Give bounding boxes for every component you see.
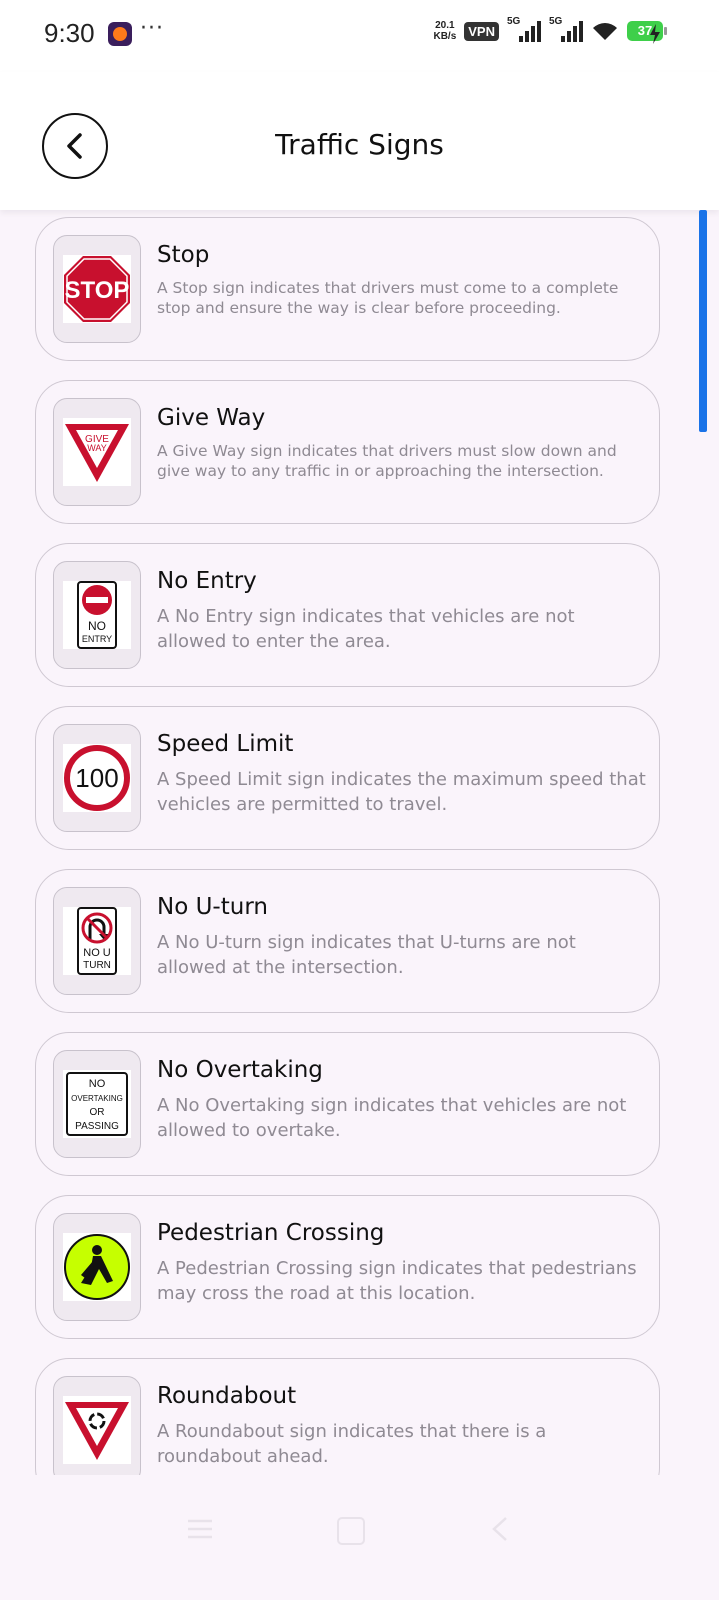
sign-description: A Pedestrian Crossing sign indicates tha… bbox=[157, 1258, 637, 1304]
home-icon[interactable] bbox=[337, 1517, 365, 1545]
sign-title: No Overtaking bbox=[157, 1057, 323, 1083]
no-overtaking-text-2: OVERTAKING bbox=[71, 1094, 123, 1103]
sign-card-no-u-turn[interactable]: NO U TURN No U-turn A No U-turn sign ind… bbox=[35, 869, 660, 1013]
status-bar: 9:30 ··· 20.1 KB/s VPN 5G 5G 37 bbox=[0, 0, 719, 72]
sign-thumbnail: GIVE WAY bbox=[53, 398, 141, 506]
network-speed-unit: KB/s bbox=[433, 31, 457, 42]
sign-description: A Roundabout sign indicates that there i… bbox=[157, 1421, 547, 1467]
no-entry-text-2: ENTRY bbox=[82, 634, 112, 644]
charging-icon bbox=[650, 24, 660, 44]
app-header: Traffic Signs bbox=[0, 72, 719, 210]
status-time: 9:30 bbox=[44, 18, 95, 48]
page-title: Traffic Signs bbox=[275, 128, 444, 161]
sign-title: Stop bbox=[157, 242, 210, 268]
sign-thumbnail bbox=[53, 1213, 141, 1321]
sign-description: A No Overtaking sign indicates that vehi… bbox=[157, 1095, 627, 1141]
no-entry-text-1: NO bbox=[88, 619, 106, 633]
status-indicators: 20.1 KB/s VPN 5G 5G 37 bbox=[433, 16, 667, 42]
sign-description: A No Entry sign indicates that vehicles … bbox=[157, 606, 575, 652]
sign-description: A Stop sign indicates that drivers must … bbox=[157, 279, 619, 317]
recents-menu-icon[interactable] bbox=[186, 1517, 214, 1541]
sign-thumbnail bbox=[53, 1376, 141, 1475]
sim2-network-label: 5G bbox=[549, 16, 563, 27]
traffic-signs-list[interactable]: STOP Stop A Stop sign indicates that dri… bbox=[0, 210, 719, 1475]
signal-icon-2: 5G bbox=[549, 16, 583, 42]
no-u-turn-text-2: TURN bbox=[83, 960, 111, 971]
sign-thumbnail: NO U TURN bbox=[53, 887, 141, 995]
no-overtaking-sign-icon: NO OVERTAKING OR PASSING bbox=[66, 1072, 128, 1136]
sign-thumbnail: 100 bbox=[53, 724, 141, 832]
no-overtaking-text-3: OR bbox=[90, 1107, 105, 1118]
sign-card-no-entry[interactable]: NO ENTRY No Entry A No Entry sign indica… bbox=[35, 543, 660, 687]
system-nav-bar bbox=[0, 1475, 719, 1600]
stop-sign-text: STOP bbox=[65, 277, 130, 304]
back-triangle-icon[interactable] bbox=[488, 1515, 512, 1543]
sign-title: No Entry bbox=[157, 568, 257, 594]
vpn-badge: VPN bbox=[464, 21, 499, 41]
more-notifications-icon: ··· bbox=[140, 16, 164, 41]
sign-card-give-way[interactable]: GIVE WAY Give Way A Give Way sign indica… bbox=[35, 380, 660, 524]
sign-title: Give Way bbox=[157, 405, 266, 431]
sign-card-roundabout[interactable]: Roundabout A Roundabout sign indicates t… bbox=[35, 1358, 660, 1475]
sim1-network-label: 5G bbox=[507, 16, 521, 27]
firefox-icon bbox=[108, 22, 132, 46]
sign-description: A Give Way sign indicates that drivers m… bbox=[157, 442, 617, 480]
scrollbar[interactable] bbox=[699, 210, 707, 432]
sign-thumbnail: NO ENTRY bbox=[53, 561, 141, 669]
roundabout-sign-icon bbox=[65, 1402, 129, 1460]
stop-sign-icon: STOP bbox=[64, 256, 130, 322]
speed-limit-text: 100 bbox=[75, 763, 118, 793]
wifi-icon bbox=[593, 23, 617, 40]
no-u-turn-text-1: NO U bbox=[83, 947, 111, 959]
no-overtaking-text-4: PASSING bbox=[75, 1121, 119, 1132]
no-entry-sign-icon: NO ENTRY bbox=[77, 581, 117, 649]
network-speed: 20.1 KB/s bbox=[433, 20, 456, 42]
sign-card-speed-limit[interactable]: 100 Speed Limit A Speed Limit sign indic… bbox=[35, 706, 660, 850]
sign-card-stop[interactable]: STOP Stop A Stop sign indicates that dri… bbox=[35, 217, 660, 361]
sign-title: Pedestrian Crossing bbox=[157, 1220, 385, 1246]
signal-icon: 5G bbox=[507, 16, 541, 42]
give-way-sign-icon: GIVE WAY bbox=[65, 424, 129, 482]
network-speed-value: 20.1 bbox=[435, 20, 455, 31]
sign-thumbnail: NO OVERTAKING OR PASSING bbox=[53, 1050, 141, 1158]
sign-description: A Speed Limit sign indicates the maximum… bbox=[157, 769, 646, 815]
sign-title: Roundabout bbox=[157, 1383, 297, 1409]
sign-card-no-overtaking[interactable]: NO OVERTAKING OR PASSING No Overtaking A… bbox=[35, 1032, 660, 1176]
no-overtaking-text-1: NO bbox=[89, 1078, 106, 1090]
speed-limit-sign-icon: 100 bbox=[64, 745, 130, 811]
sign-card-pedestrian-crossing[interactable]: Pedestrian Crossing A Pedestrian Crossin… bbox=[35, 1195, 660, 1339]
sign-description: A No U-turn sign indicates that U-turns … bbox=[157, 932, 576, 978]
sign-title: Speed Limit bbox=[157, 731, 294, 757]
pedestrian-crossing-sign-icon bbox=[64, 1234, 130, 1300]
sign-thumbnail: STOP bbox=[53, 235, 141, 343]
sign-title: No U-turn bbox=[157, 894, 268, 920]
no-u-turn-sign-icon: NO U TURN bbox=[77, 907, 117, 975]
give-way-text-2: WAY bbox=[87, 443, 107, 453]
